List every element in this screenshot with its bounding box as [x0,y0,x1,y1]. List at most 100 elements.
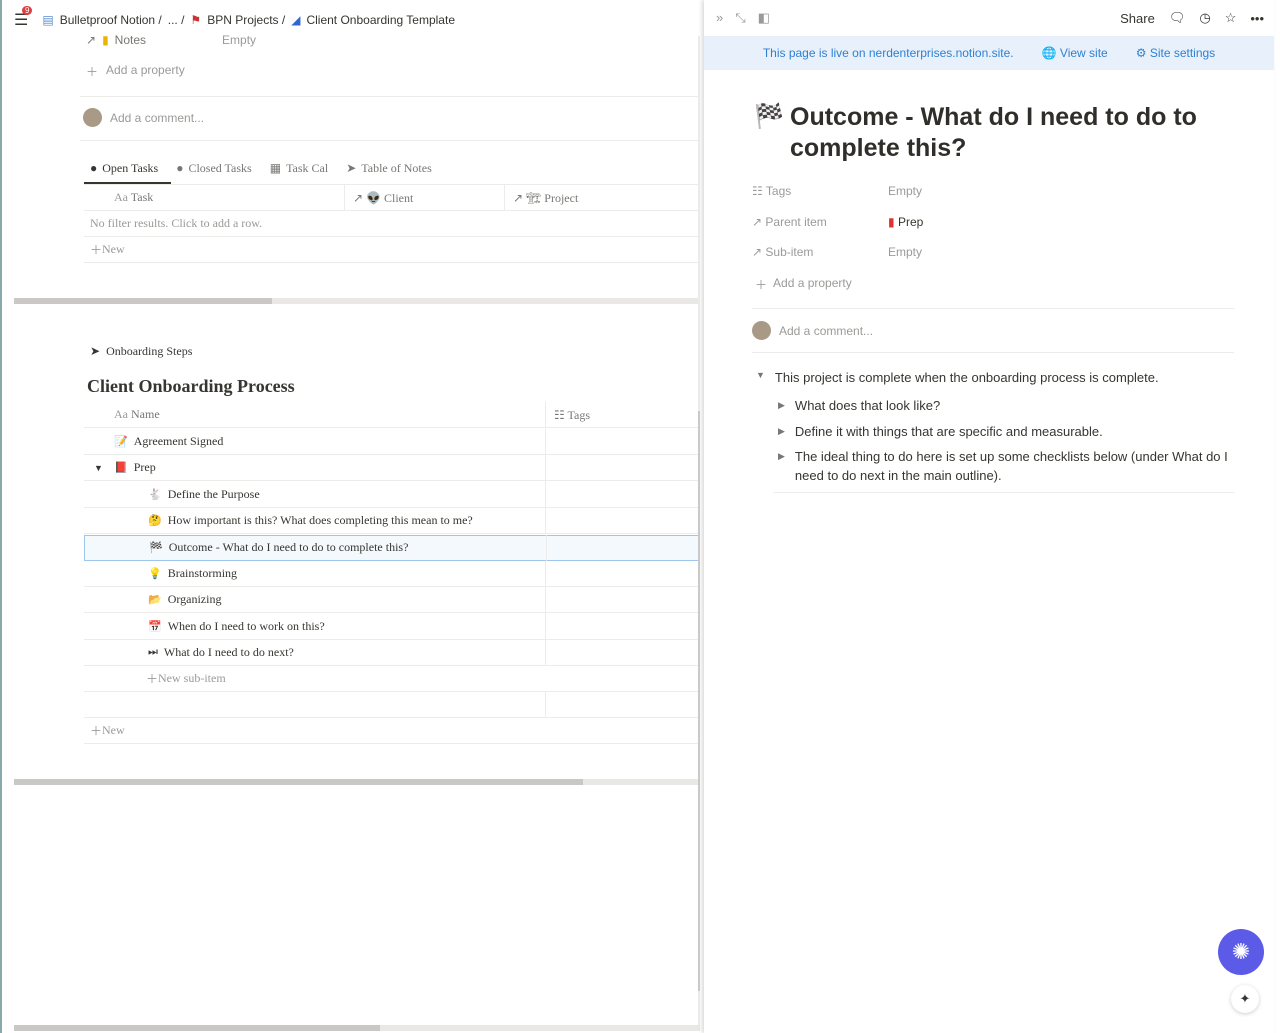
toggle-open-icon[interactable]: ▼ [94,463,108,473]
property-row[interactable]: ↗ Sub-item Empty [752,245,922,259]
row-name[interactable]: When do I need to work on this? [168,619,325,634]
table-row[interactable]: 🐇 Define the Purpose [84,481,700,508]
close-peek-icon[interactable]: » [716,10,723,26]
peek-mode-icon[interactable]: ◧ [758,10,770,26]
tags-cell[interactable] [545,481,546,508]
expand-icon[interactable]: ⤡ [735,10,745,26]
toggle-block[interactable]: ▼ This project is complete when the onboa… [756,370,1159,385]
tags-cell[interactable] [545,613,546,640]
notes-value[interactable]: Empty [222,33,256,47]
property-name: Tags [765,184,792,198]
table-row[interactable]: 💡 Brainstorming [84,560,700,587]
tab-open-tasks[interactable]: ● Open Tasks [90,161,158,176]
page-title[interactable]: Outcome - What do I need to do to comple… [790,102,1250,164]
breadcrumb-ellipsis[interactable]: ... / [168,13,185,27]
toggle-closed-icon[interactable]: ▶ [778,422,785,441]
row-name[interactable]: Outcome - What do I need to do to comple… [169,540,409,555]
database-title[interactable]: Client Onboarding Process [87,376,295,397]
comment-input[interactable]: Add a comment... [752,321,873,340]
row-name[interactable]: Organizing [168,592,222,607]
breadcrumb-template[interactable]: Client Onboarding Template [306,13,455,27]
tab-table-of-notes[interactable]: ➤ Table of Notes [346,161,432,176]
row-name[interactable]: What do I need to do next? [164,645,294,660]
new-subitem-button[interactable]: ＋ New sub-item [84,666,700,692]
tags-cell[interactable] [546,534,547,561]
property-value[interactable]: Empty [888,245,922,259]
property-row[interactable]: ↗ Parent item ▮ Prep [752,215,923,229]
notes-property[interactable]: ↗ ▮ Notes Empty [86,33,256,47]
toggle-open-icon[interactable]: ▼ [756,370,765,385]
row-name[interactable]: Brainstorming [168,566,237,581]
col-client[interactable]: ↗ 👽 Client [344,184,504,211]
menu-icon[interactable]: ☰ 9 [14,6,33,30]
toggle-text: The ideal thing to do here is set up som… [794,449,1228,483]
table-row[interactable]: 📅 When do I need to work on this? [84,613,700,640]
tags-cell[interactable] [545,639,546,666]
tags-cell[interactable] [545,428,546,455]
send-icon: ➤ [90,344,101,358]
check-circle-icon: ● [90,161,98,175]
tags-cell[interactable] [545,507,546,534]
col-tags[interactable]: ☷ Tags [545,401,591,428]
child-toggle[interactable]: ▶ The ideal thing to do here is set up so… [778,447,1234,485]
assistant-button[interactable]: ✺ [1218,929,1264,975]
table-row[interactable]: 📂 Organizing [84,586,700,614]
new-row-button[interactable]: ＋ New [84,718,700,744]
col-label: Tags [567,407,591,422]
horizontal-scrollbar[interactable] [14,298,700,304]
table-row[interactable]: 🤔 How important is this? What does comple… [84,507,700,535]
new-task-button[interactable]: ＋ New [84,237,700,263]
property-row[interactable]: ☷ Tags Empty [752,184,922,198]
share-button[interactable]: Share [1120,11,1155,26]
page-scrollbar[interactable] [14,1025,700,1031]
comment-input[interactable]: Add a comment... [83,108,204,127]
add-property-label: Add a property [106,63,185,77]
history-icon[interactable]: ◷ [1199,10,1210,26]
star-icon[interactable]: ☆ [1225,10,1237,26]
more-icon[interactable]: ••• [1250,11,1264,26]
view-site-link[interactable]: 🌐 View site [1042,46,1108,60]
vertical-scrollbar[interactable] [698,36,700,1026]
table-row[interactable]: ▼ 📕 Prep [84,454,700,482]
empty-row[interactable] [84,691,700,718]
col-project[interactable]: ↗ 🏗 Project [504,184,664,211]
tags-cell[interactable] [545,586,546,613]
child-toggle[interactable]: ▶ Define it with things that are specific… [778,422,1234,441]
row-name[interactable]: How important is this? What does complet… [168,513,473,528]
tags-cell[interactable] [545,560,546,587]
row-icon: 🐇 [148,488,162,501]
toggle-closed-icon[interactable]: ▶ [778,396,785,415]
row-name[interactable]: Define the Purpose [168,487,260,502]
table-row[interactable]: 🏁 Outcome - What do I need to do to compl… [84,534,700,561]
view-label: Onboarding Steps [106,344,193,358]
add-property-button[interactable]: ＋ Add a property [755,276,852,293]
tab-closed-tasks[interactable]: ● Closed Tasks [176,161,252,176]
child-toggle[interactable]: ▶ What does that look like? [778,396,1234,415]
row-icon: 🤔 [148,515,162,528]
toggle-closed-icon[interactable]: ▶ [778,447,785,485]
comment-icon[interactable]: 🗨 [1169,10,1186,26]
view-tab-onboarding[interactable]: ➤ Onboarding Steps [90,344,192,359]
main-page: ☰ 9 ▤ Bulletproof Notion / ... / ⚑ BPN Pr… [0,0,700,1033]
tab-task-cal[interactable]: ▦ Task Cal [270,161,329,176]
no-results[interactable]: No filter results. Click to add a row. [84,211,700,237]
site-settings-link[interactable]: ⚙ Site settings [1136,46,1215,60]
value-text: Empty [888,245,923,259]
add-property-button[interactable]: ＋ Add a property [86,63,185,80]
col-task[interactable]: Aa Task [84,190,344,205]
table-row[interactable]: ⏭ What do I need to do next? [84,639,700,667]
row-name[interactable]: Prep [134,460,156,475]
horizontal-scrollbar[interactable] [14,779,700,785]
table-row[interactable]: 📝 Agreement Signed [84,428,700,455]
col-name[interactable]: Aa Name [84,407,545,422]
ai-sparkle-button[interactable]: ✦ [1231,985,1259,1013]
breadcrumb-projects[interactable]: BPN Projects / [207,13,285,27]
page-icon-flag[interactable]: 🏁 [754,102,784,131]
row-name[interactable]: Agreement Signed [134,434,224,449]
property-value[interactable]: Empty [888,184,922,198]
breadcrumb-workspace[interactable]: Bulletproof Notion / [60,13,162,27]
table-header: Aa Name ☷ Tags [84,401,700,428]
tags-cell[interactable] [545,454,546,481]
property-value[interactable]: ▮ Prep [888,215,923,229]
col-label: Project [544,190,579,205]
